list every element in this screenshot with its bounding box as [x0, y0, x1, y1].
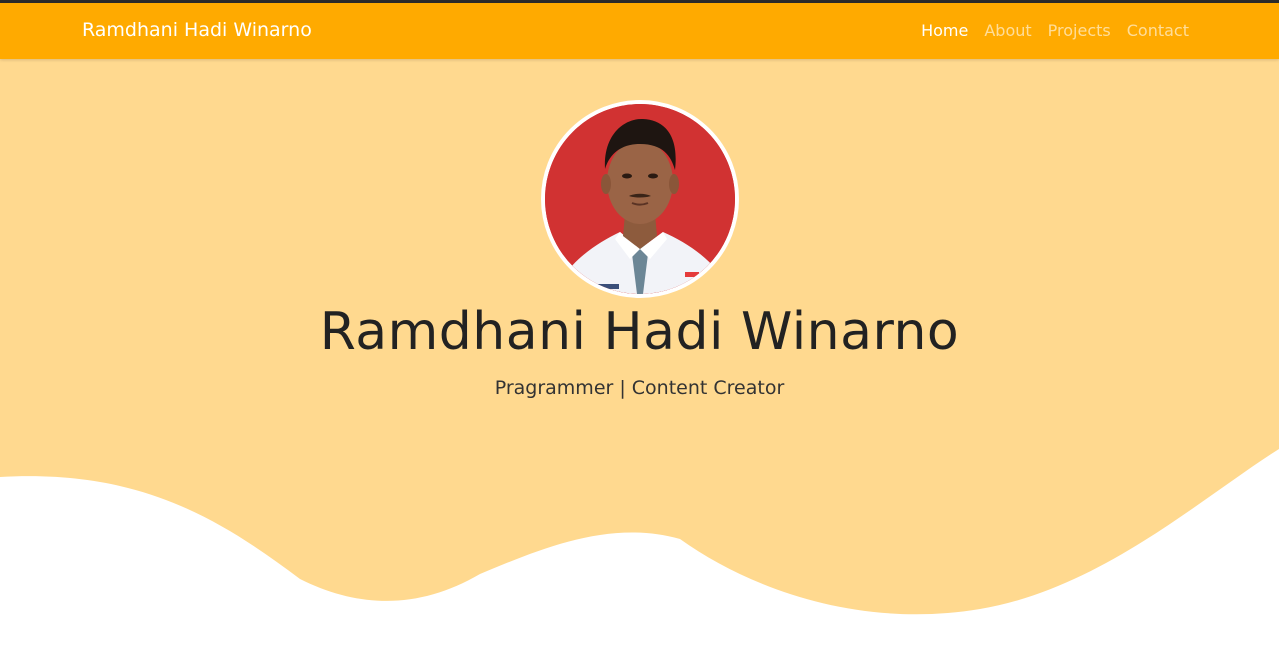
hero-tagline: Pragrammer | Content Creator	[494, 377, 785, 399]
nav-links: Home About Projects Contact	[921, 21, 1189, 40]
nav-link-about[interactable]: About	[984, 21, 1031, 40]
nav-link-contact[interactable]: Contact	[1127, 21, 1189, 40]
nav-link-projects[interactable]: Projects	[1048, 21, 1111, 40]
navbar: Ramdhani Hadi Winarno Home About Project…	[0, 3, 1279, 59]
hero-section: Ramdhani Hadi Winarno Pragrammer | Conte…	[0, 59, 1279, 671]
nav-link-home[interactable]: Home	[921, 21, 968, 40]
hero-name: Ramdhani Hadi Winarno	[319, 302, 960, 362]
profile-photo	[541, 100, 739, 298]
navbar-brand[interactable]: Ramdhani Hadi Winarno	[82, 19, 312, 41]
